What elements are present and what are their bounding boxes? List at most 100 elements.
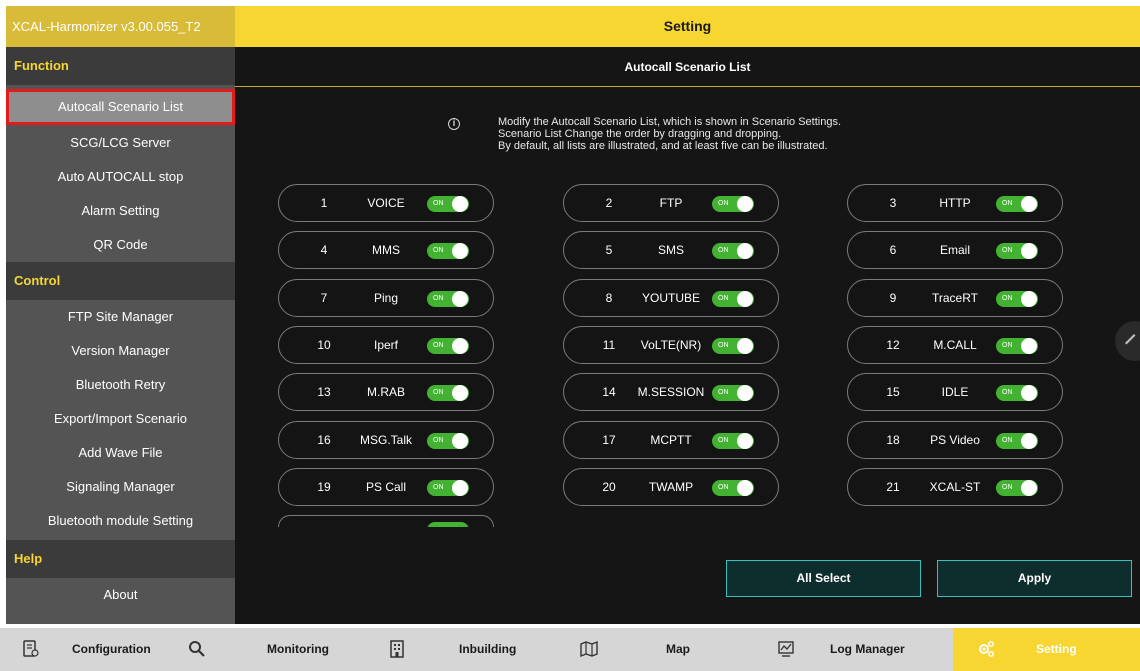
sidebar-item-bluetooth-retry[interactable]: Bluetooth Retry (6, 368, 235, 402)
scenario-card[interactable]: 12 M.CALL ON (847, 326, 1063, 364)
toggle-on-label: ON (433, 200, 444, 207)
scenario-toggle[interactable]: ON (996, 480, 1038, 496)
scenario-card[interactable]: 10 Iperf ON (278, 326, 494, 364)
scenario-toggle[interactable]: ON (996, 338, 1038, 354)
scenario-card[interactable]: 4 MMS ON (278, 231, 494, 269)
map-icon (580, 640, 598, 658)
scenario-card[interactable]: 3 HTTP ON (847, 184, 1063, 222)
scenario-toggle[interactable]: ON (712, 385, 754, 401)
scenario-card[interactable]: 7 Ping ON (278, 279, 494, 317)
scenario-card[interactable]: 8 YOUTUBE ON (563, 279, 779, 317)
scenario-toggle[interactable]: ON (996, 385, 1038, 401)
info-line: Modify the Autocall Scenario List, which… (498, 116, 842, 128)
scenario-card-partial[interactable] (278, 515, 494, 527)
nav-log-manager[interactable]: Log Manager (830, 628, 905, 671)
scenario-toggle[interactable]: ON (427, 480, 469, 496)
scenario-name: MMS (372, 243, 400, 257)
scenario-toggle[interactable]: ON (427, 243, 469, 259)
toggle-on-label: ON (1002, 295, 1013, 302)
scenario-toggle[interactable]: ON (996, 291, 1038, 307)
sidebar-item-ftp-site-manager[interactable]: FTP Site Manager (6, 300, 235, 334)
toggle-on-label: ON (1002, 437, 1013, 444)
sidebar-item-auto-autocall-stop[interactable]: Auto AUTOCALL stop (6, 160, 235, 194)
scenario-toggle[interactable]: ON (427, 433, 469, 449)
nav-setting[interactable]: Setting (1036, 628, 1077, 671)
scenario-toggle[interactable]: ON (712, 338, 754, 354)
scenario-card[interactable]: 15 IDLE ON (847, 373, 1063, 411)
scenario-card[interactable]: 1 VOICE ON (278, 184, 494, 222)
scenario-toggle[interactable]: ON (996, 196, 1038, 212)
toggle-knob (452, 243, 468, 259)
scenario-toggle[interactable]: ON (712, 243, 754, 259)
scenario-toggle[interactable]: ON (427, 291, 469, 307)
toggle-on-label: ON (1002, 342, 1013, 349)
sidebar-section-control: Control (6, 262, 235, 300)
scenario-toggle[interactable]: ON (996, 433, 1038, 449)
sidebar-item-about[interactable]: About (6, 578, 235, 612)
sidebar-item-version-manager[interactable]: Version Manager (6, 334, 235, 368)
scenario-card[interactable]: 2 FTP ON (563, 184, 779, 222)
scenario-number: 15 (886, 385, 900, 399)
scenario-card[interactable]: 11 VoLTE(NR) ON (563, 326, 779, 364)
pencil-icon (1125, 334, 1136, 345)
configuration-icon (23, 640, 39, 657)
scenario-toggle[interactable]: ON (712, 433, 754, 449)
nav-configuration[interactable]: Configuration (72, 628, 151, 671)
sidebar-item-qr-code[interactable]: QR Code (6, 228, 235, 262)
scenario-name: VoLTE(NR) (640, 338, 702, 352)
scenario-toggle[interactable] (427, 522, 469, 527)
scenario-name: TWAMP (648, 480, 694, 494)
nav-inbuilding[interactable]: Inbuilding (459, 628, 516, 671)
info-icon: i (448, 118, 460, 130)
scenario-number: 14 (602, 385, 616, 399)
scenario-card[interactable]: 19 PS Call ON (278, 468, 494, 506)
apply-button[interactable]: Apply (937, 560, 1132, 597)
toggle-on-label: ON (1002, 389, 1013, 396)
all-select-button[interactable]: All Select (726, 560, 921, 597)
scenario-card[interactable]: 16 MSG.Talk ON (278, 421, 494, 459)
scenario-name: MSG.Talk (359, 433, 412, 447)
scenario-card[interactable]: 18 PS Video ON (847, 421, 1063, 459)
scenario-toggle[interactable]: ON (712, 480, 754, 496)
toggle-knob (452, 480, 468, 496)
scenario-number: 17 (602, 433, 616, 447)
sidebar-item-export-import-scenario[interactable]: Export/Import Scenario (6, 402, 235, 436)
scenario-card[interactable]: 20 TWAMP ON (563, 468, 779, 506)
scenario-toggle[interactable]: ON (712, 196, 754, 212)
toggle-knob (737, 433, 753, 449)
scenario-toggle[interactable]: ON (712, 291, 754, 307)
sidebar-item-scg-lcg-server[interactable]: SCG/LCG Server (6, 126, 235, 160)
toggle-knob (452, 385, 468, 401)
sidebar-item-alarm-setting[interactable]: Alarm Setting (6, 194, 235, 228)
toggle-on-label: ON (718, 437, 729, 444)
toggle-on-label: ON (1002, 484, 1013, 491)
scenario-name: Iperf (373, 338, 398, 352)
scenario-card[interactable]: 9 TraceRT ON (847, 279, 1063, 317)
sidebar-item-bluetooth-module-setting[interactable]: Bluetooth module Setting (6, 504, 235, 538)
scenario-card[interactable]: 6 Email ON (847, 231, 1063, 269)
scenario-toggle[interactable]: ON (427, 385, 469, 401)
sidebar-item-autocall-scenario-list[interactable]: Autocall Scenario List (6, 89, 235, 125)
toggle-knob (737, 338, 753, 354)
scenario-toggle[interactable]: ON (996, 243, 1038, 259)
scenario-toggle[interactable]: ON (427, 338, 469, 354)
scenario-name: PS Call (365, 480, 406, 494)
scenario-card[interactable]: 14 M.SESSION ON (563, 373, 779, 411)
sidebar-section-help: Help (6, 540, 235, 578)
scenario-card[interactable]: 17 MCPTT ON (563, 421, 779, 459)
nav-monitoring[interactable]: Monitoring (267, 628, 329, 671)
scenario-toggle[interactable]: ON (427, 196, 469, 212)
scenario-name: M.SESSION (637, 385, 705, 399)
scenario-card[interactable]: 13 M.RAB ON (278, 373, 494, 411)
scenario-card[interactable]: 21 XCAL-ST ON (847, 468, 1063, 506)
toggle-on-label: ON (718, 342, 729, 349)
edit-fab-button[interactable] (1115, 321, 1140, 361)
sidebar-item-add-wave-file[interactable]: Add Wave File (6, 436, 235, 470)
scenario-card[interactable]: 5 SMS ON (563, 231, 779, 269)
sidebar-item-signaling-manager[interactable]: Signaling Manager (6, 470, 235, 504)
scenario-number: 13 (317, 385, 331, 399)
scenario-name: Email (939, 243, 970, 257)
nav-map[interactable]: Map (666, 628, 690, 671)
toggle-knob (737, 480, 753, 496)
toggle-on-label: ON (433, 295, 444, 302)
